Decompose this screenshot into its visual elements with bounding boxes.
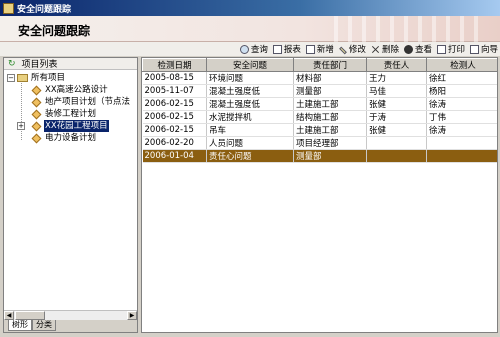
scroll-left-icon[interactable]: ◀ (4, 311, 14, 320)
table-cell: 王力 (366, 71, 427, 85)
table-row-selected[interactable]: 2006-01-04 责任心问题 测量部 (142, 149, 497, 163)
window-titlebar: 安全问题跟踪 (0, 0, 500, 16)
project-icon (31, 97, 42, 108)
report-icon (272, 44, 282, 54)
new-button[interactable]: 新增 (305, 43, 334, 55)
table-cell: 2005-11-07 (142, 84, 207, 98)
project-tree[interactable]: − 所有项目 XX高速公路设计 地产项目计划（节点法 装修工程计划 + XX花园… (4, 70, 137, 144)
table-cell: 水泥搅拌机 (206, 110, 294, 124)
table-cell: 环境问题 (206, 71, 294, 85)
refresh-icon[interactable]: ↻ (8, 59, 16, 69)
project-icon (31, 109, 42, 120)
print-icon (436, 44, 446, 54)
table-cell: 2006-02-15 (142, 123, 207, 137)
tree-node-project[interactable]: 地产项目计划（节点法 (4, 96, 137, 108)
table-cell: 项目经理部 (293, 136, 367, 150)
table-row[interactable]: 2005-11-07 混凝土强度低 测量部 马佳 杨阳 (142, 84, 497, 98)
table-row[interactable]: 2006-02-20 人员问题 项目经理部 (142, 136, 497, 150)
tree-node-project[interactable]: XX高速公路设计 (4, 84, 137, 96)
toolbar: 查询 报表 新增 修改 删除 查看 打印 向导 (0, 42, 500, 56)
project-tree-panel: ↻ 项目列表 − 所有项目 XX高速公路设计 地产项目计划（节点法 装修工程计划… (3, 57, 138, 333)
table-cell (426, 149, 497, 163)
table-row[interactable]: 2006-02-15 水泥搅拌机 结构施工部 于涛 丁伟 (142, 110, 497, 124)
table-cell: 测量部 (293, 84, 367, 98)
table-row[interactable]: 2005-08-15 环境问题 材料部 王力 徐红 (142, 71, 497, 85)
delete-button[interactable]: 删除 (371, 43, 399, 55)
query-button[interactable]: 查询 (239, 43, 268, 55)
issues-table-panel: 检测日期 安全问题 责任部门 责任人 检测人 2005-08-15 环境问题 材料部… (141, 57, 498, 333)
table-cell: 徐涛 (426, 97, 497, 111)
table-cell: 2006-02-20 (142, 136, 207, 150)
project-icon (31, 121, 42, 132)
view-icon (403, 44, 413, 54)
project-icon (31, 85, 42, 96)
table-row[interactable]: 2006-02-15 混凝土强度低 土建施工部 张健 徐涛 (142, 97, 497, 111)
table-cell: 于涛 (366, 110, 427, 124)
tab-category[interactable]: 分类 (32, 320, 56, 331)
column-header-issue[interactable]: 安全问题 (206, 58, 294, 72)
table-cell (366, 136, 427, 150)
tree-node-project-selected[interactable]: + XX花园工程项目 (4, 120, 137, 132)
new-icon (305, 44, 315, 54)
app-icon (3, 2, 14, 14)
horizontal-scrollbar[interactable]: ◀ ▶ (4, 310, 137, 320)
table-cell: 土建施工部 (293, 97, 367, 111)
tab-tree[interactable]: 树形 (8, 320, 32, 331)
table-cell: 2005-08-15 (142, 71, 207, 85)
header-decoration (324, 16, 484, 42)
page-title: 安全问题跟踪 (18, 24, 91, 38)
table-cell: 土建施工部 (293, 123, 367, 137)
view-button[interactable]: 查看 (403, 43, 432, 55)
tree-node-project[interactable]: 装修工程计划 (4, 108, 137, 120)
tree-tabs: 树形 分类 (4, 320, 137, 332)
tree-node-root[interactable]: − 所有项目 (4, 72, 137, 84)
issues-table: 检测日期 安全问题 责任部门 责任人 检测人 2005-08-15 环境问题 材料部… (142, 58, 497, 163)
edit-icon (339, 46, 347, 54)
wizard-icon (469, 44, 479, 54)
table-cell: 徐红 (426, 71, 497, 85)
table-cell: 责任心问题 (206, 149, 294, 163)
expand-toggle[interactable]: + (17, 122, 25, 130)
table-cell: 张健 (366, 97, 427, 111)
table-row[interactable]: 2006-02-15 吊车 土建施工部 张健 徐涛 (142, 123, 497, 137)
table-cell: 混凝土强度低 (206, 84, 294, 98)
table-cell: 杨阳 (426, 84, 497, 98)
table-cell: 马佳 (366, 84, 427, 98)
table-cell (426, 136, 497, 150)
column-header-responsible[interactable]: 责任人 (366, 58, 427, 72)
table-cell: 2006-01-04 (142, 149, 207, 163)
table-cell: 2006-02-15 (142, 97, 207, 111)
print-button[interactable]: 打印 (436, 43, 465, 55)
page-header: 安全问题跟踪 (0, 16, 500, 42)
table-cell: 人员问题 (206, 136, 294, 150)
column-header-date[interactable]: 检测日期 (142, 58, 207, 72)
table-cell: 徐涛 (426, 123, 497, 137)
collapse-toggle[interactable]: − (7, 74, 15, 82)
delete-icon (371, 45, 380, 54)
column-header-department[interactable]: 责任部门 (293, 58, 367, 72)
scroll-right-icon[interactable]: ▶ (127, 311, 137, 320)
table-cell (366, 149, 427, 163)
magnifier-icon (239, 44, 249, 54)
report-button[interactable]: 报表 (272, 43, 301, 55)
table-cell: 测量部 (293, 149, 367, 163)
wizard-button[interactable]: 向导 (469, 43, 498, 55)
table-cell: 吊车 (206, 123, 294, 137)
project-list-title: 项目列表 (21, 60, 58, 70)
scroll-thumb[interactable] (15, 311, 45, 320)
table-cell: 材料部 (293, 71, 367, 85)
edit-button[interactable]: 修改 (339, 43, 366, 55)
tree-node-project[interactable]: 电力设备计划 (4, 132, 137, 144)
table-cell: 2006-02-15 (142, 110, 207, 124)
folder-icon (17, 74, 28, 82)
table-cell: 混凝土强度低 (206, 97, 294, 111)
project-icon (31, 133, 42, 144)
table-cell: 张健 (366, 123, 427, 137)
column-header-inspector[interactable]: 检测人 (426, 58, 497, 72)
project-list-header: ↻ 项目列表 (4, 58, 137, 70)
table-header-row: 检测日期 安全问题 责任部门 责任人 检测人 (142, 58, 497, 72)
window-title: 安全问题跟踪 (17, 4, 72, 15)
table-cell: 丁伟 (426, 110, 497, 124)
table-cell: 结构施工部 (293, 110, 367, 124)
